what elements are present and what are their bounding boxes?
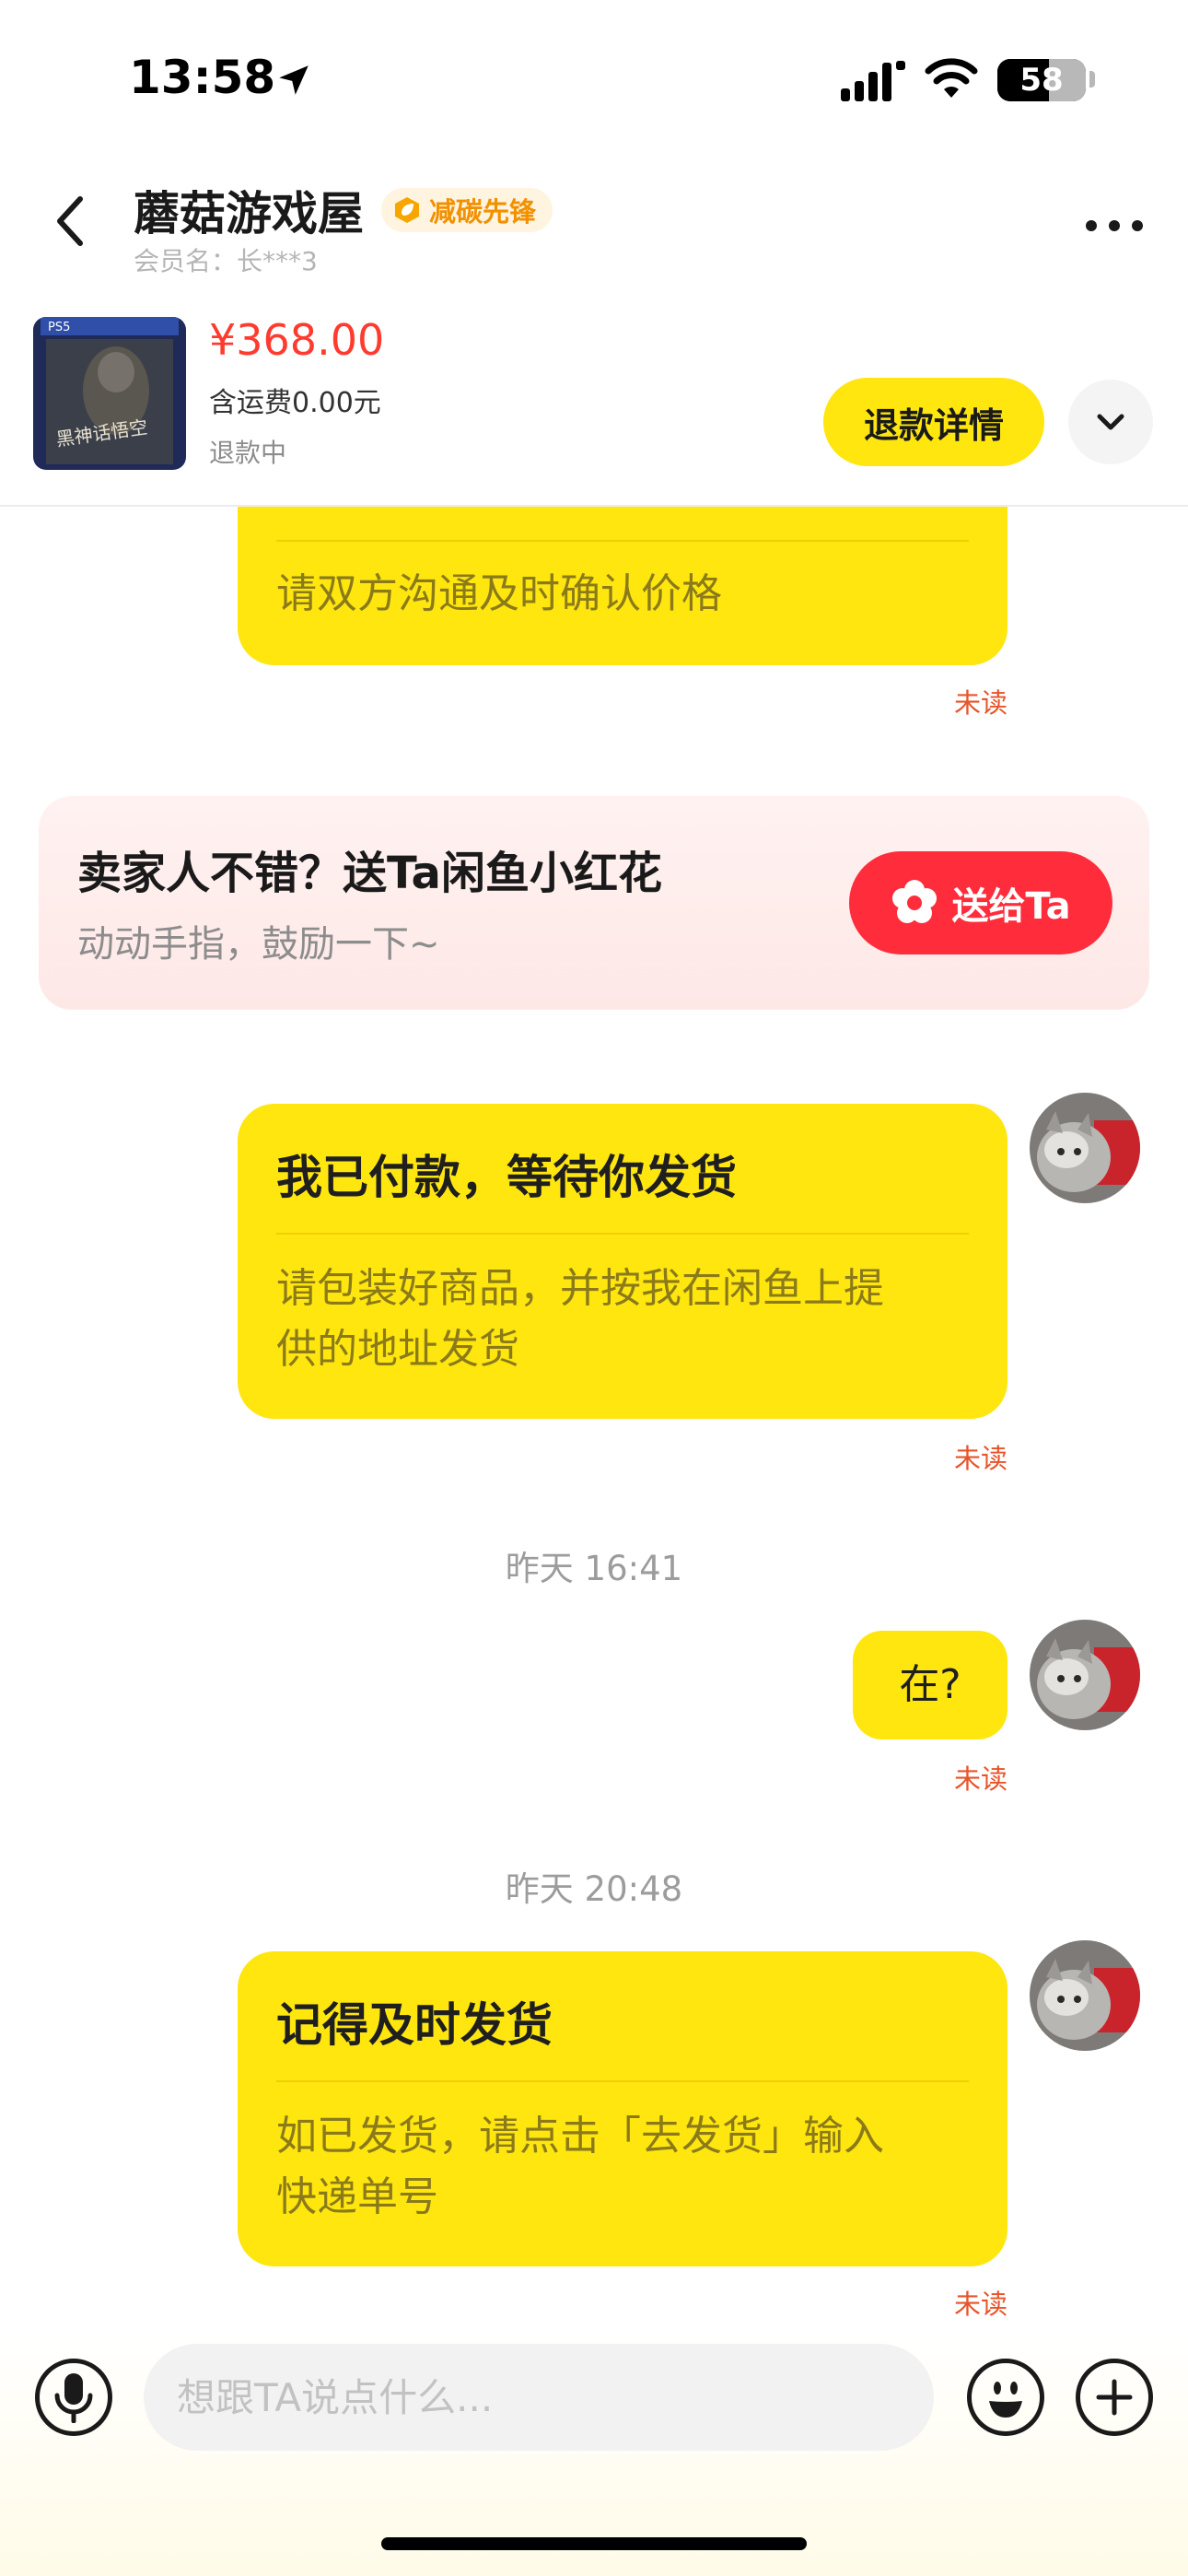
flower-card-title: 卖家人不错？送Ta闲鱼小红花 (77, 848, 662, 899)
member-label: 会员名： (134, 246, 238, 276)
bubble-subtitle-line1: 请包装好商品，并按我在闲鱼上提 (276, 1265, 884, 1312)
bubble-title: 我已付款，等待你发货 (276, 1151, 737, 1204)
message-bubble-reminder[interactable]: 记得及时发货 如已发货，请点击「去发货」输入 快递单号 (238, 1951, 1007, 2266)
status-time: 13:58 (129, 51, 276, 104)
message-text: 在? (899, 1661, 961, 1708)
more-dots-icon (1086, 220, 1143, 231)
user-avatar[interactable] (1030, 1940, 1140, 2051)
refund-details-button[interactable]: 退款详情 (823, 378, 1044, 466)
flower-card-subtitle: 动动手指，鼓励一下~ (77, 923, 440, 966)
bubble-divider (276, 1233, 969, 1235)
chat-header: 蘑菇游戏屋 减碳先锋 会员名：长***3 (0, 157, 1188, 304)
product-bar: PS5 黑神话悟空 ¥368.00 含运费0.00元 退款中 退款详情 (0, 304, 1188, 507)
expand-button[interactable] (1068, 380, 1153, 464)
game-cover-image: PS5 黑神话悟空 (33, 317, 186, 470)
back-button[interactable] (37, 184, 101, 258)
carbon-badge[interactable]: 减碳先锋 (381, 188, 553, 232)
badge-label: 减碳先锋 (429, 196, 537, 228)
signal-icon (841, 61, 905, 101)
wifi-icon (925, 58, 978, 98)
product-price: ¥368.00 (209, 315, 385, 365)
send-flower-label: 送给Ta (951, 885, 1071, 928)
unread-label: 未读 (954, 1443, 1008, 1474)
shipping-fee: 含运费0.00元 (209, 387, 381, 419)
emoji-button[interactable] (967, 2359, 1044, 2436)
battery-level: 58 (1019, 62, 1064, 99)
battery-cap (1089, 71, 1095, 88)
user-avatar[interactable] (1030, 1620, 1140, 1730)
home-indicator (381, 2537, 807, 2550)
bubble-subtitle: 请双方沟通及时确认价格 (276, 570, 722, 617)
cat-avatar-image (1030, 1093, 1140, 1203)
bubble-title: 记得及时发货 (276, 1998, 553, 2052)
more-actions-button[interactable] (1076, 2359, 1153, 2436)
product-thumbnail[interactable]: PS5 黑神话悟空 (33, 317, 186, 470)
bubble-subtitle-line2: 供的地址发货 (276, 1326, 519, 1373)
message-input[interactable] (144, 2344, 934, 2451)
microphone-icon (54, 2373, 93, 2423)
unread-label: 未读 (954, 1763, 1008, 1795)
member-line: 会员名：长***3 (134, 241, 318, 278)
voice-button[interactable] (35, 2359, 112, 2436)
status-bar: 13:58 58 (0, 0, 1188, 138)
send-flower-button[interactable]: 送给Ta (849, 851, 1112, 954)
unread-label: 未读 (954, 687, 1008, 719)
thumb-ps5-label: PS5 (48, 321, 70, 334)
more-button[interactable] (1077, 203, 1151, 249)
emoji-smile-icon (989, 2382, 1022, 2418)
bubble-divider (276, 2080, 969, 2082)
member-name: 长***3 (237, 246, 318, 276)
cat-avatar-image (1030, 1620, 1140, 1730)
unread-label: 未读 (954, 2289, 1008, 2320)
cat-avatar-image (1030, 1940, 1140, 2051)
chevron-left-icon (57, 196, 83, 246)
flower-icon (892, 880, 938, 923)
location-arrow-icon (279, 65, 309, 95)
battery-icon: 58 (997, 59, 1086, 101)
chevron-down-icon (1097, 414, 1124, 430)
bubble-subtitle-line2: 快递单号 (276, 2173, 438, 2220)
order-status: 退款中 (209, 438, 287, 468)
message-bubble-paid[interactable]: 我已付款，等待你发货 请包装好商品，并按我在闲鱼上提 供的地址发货 (238, 1104, 1007, 1419)
shop-name[interactable]: 蘑菇游戏屋 (134, 177, 364, 243)
bubble-divider (276, 540, 969, 542)
message-bubble-text[interactable]: 在? (853, 1631, 1007, 1739)
bubble-subtitle-line1: 如已发货，请点击「去发货」输入 (276, 2113, 884, 2160)
user-avatar[interactable] (1030, 1093, 1140, 1203)
timestamp: 昨天 20:48 (505, 1869, 683, 1909)
leaf-badge-icon (395, 197, 419, 223)
plus-icon (1096, 2379, 1133, 2416)
flower-promo-card: 卖家人不错？送Ta闲鱼小红花 动动手指，鼓励一下~ 送给Ta (39, 796, 1149, 1010)
chat-page: 13:58 58 蘑菇游戏屋 减碳先锋 会员名：长***3 PS5 黑神话悟空 … (0, 0, 1188, 2576)
timestamp: 昨天 16:41 (505, 1549, 683, 1588)
